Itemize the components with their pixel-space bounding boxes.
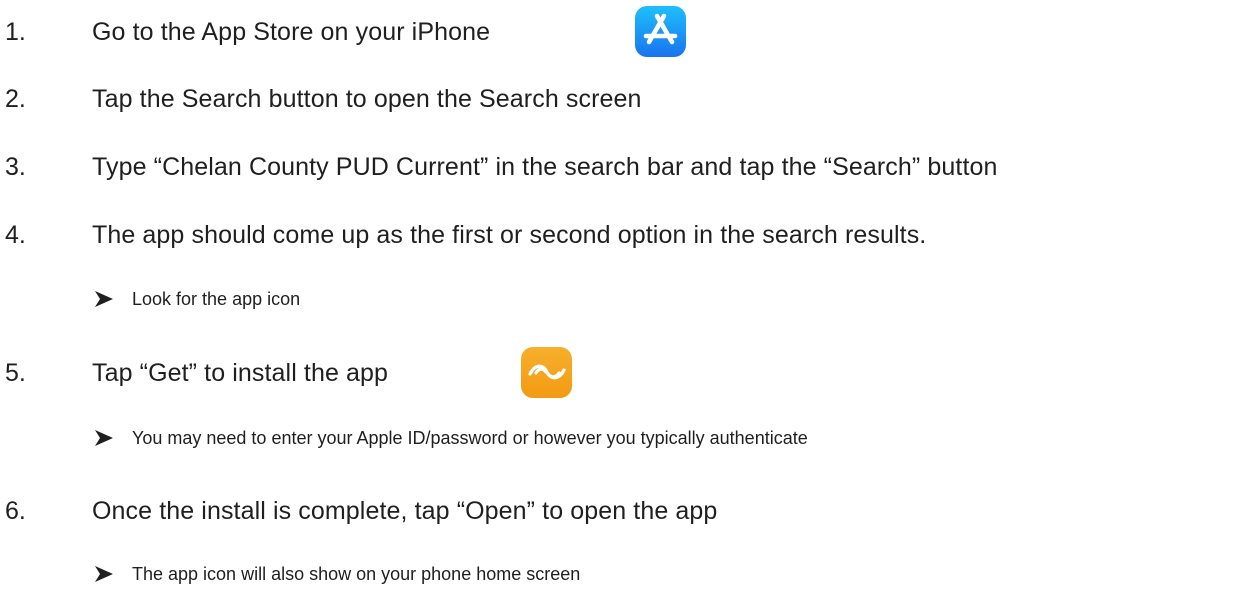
step-text: Tap “Get” to install the app: [92, 358, 389, 387]
subpoint-look-for-icon: Look for the app icon: [92, 281, 300, 317]
step-text: Tap the Search button to open the Search…: [92, 84, 642, 113]
chelan-current-app-icon: [521, 347, 572, 398]
subpoint-text: Look for the app icon: [132, 288, 301, 309]
arrow-bullet-icon: [95, 430, 113, 446]
step-number: 6.: [5, 496, 26, 525]
subpoint-text: The app icon will also show on your phon…: [132, 563, 581, 584]
arrow-bullet-icon: [95, 291, 113, 307]
step-number: 3.: [5, 152, 26, 181]
step-number: 2.: [5, 84, 26, 113]
step-text: Type “Chelan County PUD Current” in the …: [92, 152, 998, 181]
arrow-bullet-icon: [95, 566, 113, 582]
step-text: Once the install is complete, tap “Open”…: [92, 496, 718, 525]
step-text: Go to the App Store on your iPhone: [92, 17, 491, 46]
app-store-icon: [635, 6, 686, 57]
step-number: 1.: [5, 17, 26, 46]
subpoint-home-screen: The app icon will also show on your phon…: [92, 556, 580, 592]
subpoint-text: You may need to enter your Apple ID/pass…: [132, 427, 808, 448]
step-number: 5.: [5, 358, 26, 387]
step-number: 4.: [5, 220, 26, 249]
step-text: The app should come up as the first or s…: [92, 220, 927, 249]
subpoint-apple-id: You may need to enter your Apple ID/pass…: [92, 420, 808, 456]
